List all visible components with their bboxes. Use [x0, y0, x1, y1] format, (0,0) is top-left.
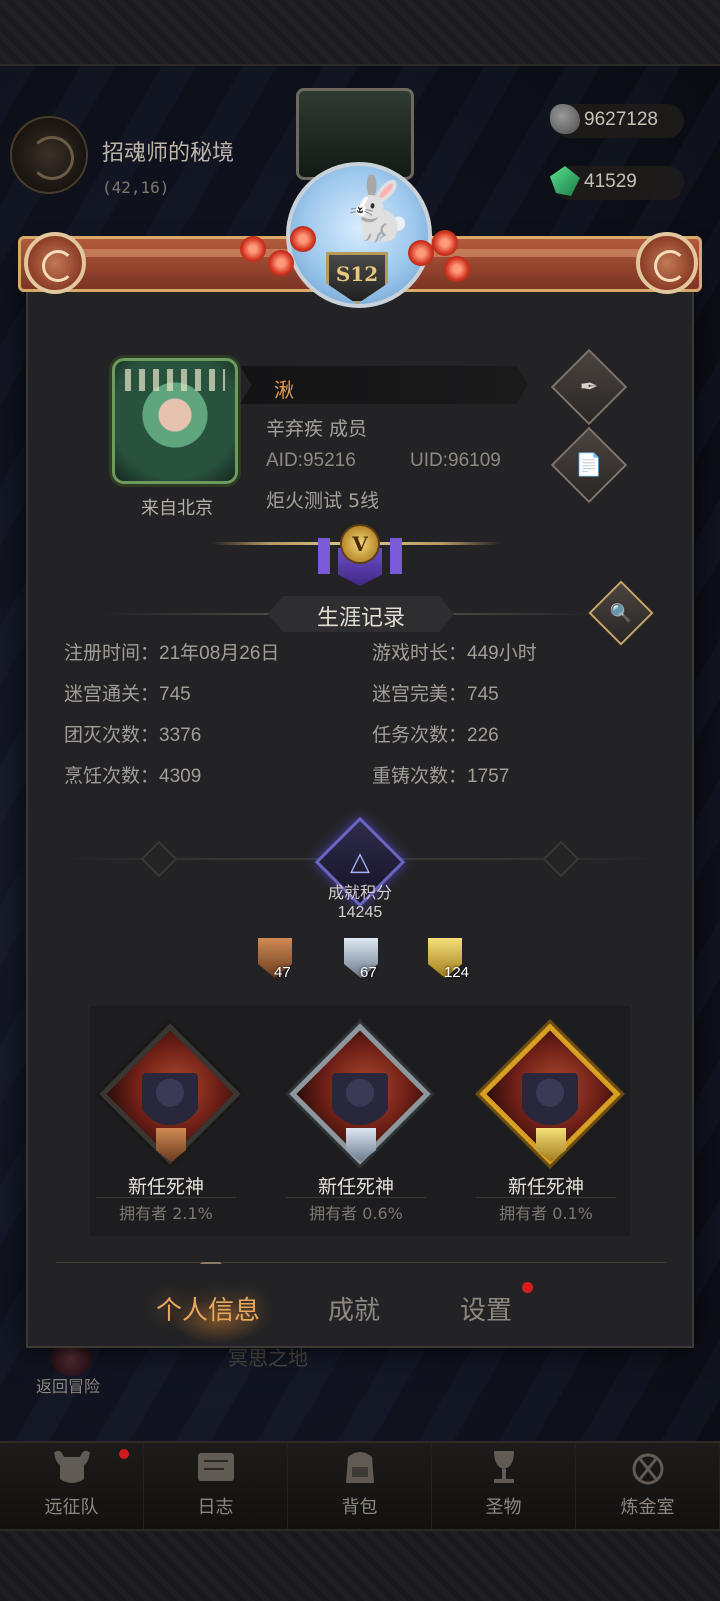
- stone-icon: [550, 104, 580, 134]
- achievement-name: 新任死神: [507, 1176, 584, 1198]
- chalice-icon: [493, 1451, 514, 1483]
- tab-achievements[interactable]: 成就: [328, 1290, 380, 1327]
- tier-count: 124: [444, 964, 470, 981]
- reaper-icon: [522, 1073, 578, 1130]
- nav-alchemy[interactable]: 炼金室: [576, 1443, 720, 1529]
- achievement-owner-rate: 拥有者 0.1%: [499, 1204, 593, 1223]
- stone-count: 9627128: [584, 109, 658, 130]
- server-name: 炬火测试 5线: [266, 490, 380, 512]
- stat-cooking: 烹饪次数：4309: [64, 765, 202, 787]
- player-name: 湫: [274, 378, 294, 402]
- stat-maze-perfect: 迷宫完美：745: [372, 683, 499, 705]
- stat-reforge: 重铸次数：1757: [372, 765, 510, 787]
- section-divider: [100, 613, 274, 615]
- achievement-owner-rate: 拥有者 2.1%: [119, 1204, 213, 1223]
- quill-icon: ✒: [579, 374, 599, 400]
- nav-relic[interactable]: 圣物: [432, 1443, 576, 1529]
- user-id: UID:96109: [410, 450, 501, 471]
- nav-label: 背包: [341, 1497, 378, 1518]
- flower-icon: [268, 250, 294, 276]
- achievement-score-label: 成就积分: [327, 883, 392, 902]
- section-divider: [446, 613, 596, 615]
- achievement-name: 新任死神: [127, 1176, 204, 1198]
- vip-badge[interactable]: V: [340, 524, 380, 564]
- scroll-icon: [197, 1453, 234, 1481]
- tab-divider: [56, 1262, 666, 1263]
- nav-label: 圣物: [485, 1497, 522, 1518]
- stat-register-time: 注册时间：21年08月26日: [64, 642, 280, 664]
- location-emblem-icon[interactable]: [10, 116, 88, 194]
- player-avatar[interactable]: [112, 358, 238, 484]
- helmet-icon: [53, 1450, 90, 1483]
- flower-icon: [432, 230, 458, 256]
- location-coordinates: (42,16): [102, 178, 170, 197]
- achievement-score-value: 14245: [337, 904, 383, 921]
- return-adventure-button[interactable]: 返回冒险: [36, 1373, 100, 1397]
- rabbit-icon: 🐇: [338, 172, 416, 245]
- card-divider: [96, 1197, 236, 1198]
- gold-tier-counter: 124: [426, 936, 470, 982]
- tab-settings[interactable]: 设置: [460, 1290, 512, 1327]
- ornament-curl-left: [24, 232, 86, 294]
- top-frame-bar: [0, 0, 720, 66]
- season-label: S12: [335, 262, 379, 286]
- tier-count: 47: [274, 964, 291, 981]
- notification-dot: [119, 1449, 129, 1459]
- flower-icon: [444, 256, 470, 282]
- reaper-icon: [332, 1073, 388, 1130]
- tab-personal-info[interactable]: 个人信息: [156, 1290, 260, 1327]
- card-divider: [286, 1197, 426, 1198]
- career-title: 生涯记录: [316, 606, 405, 631]
- active-tab-indicator: [200, 1252, 222, 1264]
- nav-expedition[interactable]: 远征队: [0, 1443, 144, 1529]
- ornament-curl-right: [636, 232, 698, 294]
- alchemy-icon: [632, 1453, 663, 1485]
- nav-label: 日志: [197, 1497, 234, 1518]
- player-origin: 来自北京: [141, 498, 213, 519]
- nav-backpack[interactable]: 背包: [288, 1443, 432, 1529]
- stat-maze-clear: 迷宫通关：745: [64, 683, 191, 705]
- flower-icon: [408, 240, 434, 266]
- nav-journal[interactable]: 日志: [144, 1443, 288, 1529]
- guild-membership: 辛弃疾 成员: [266, 418, 368, 440]
- magnifier-icon: 🔍: [609, 602, 633, 624]
- achievement-owner-rate: 拥有者 0.6%: [309, 1204, 403, 1223]
- backpack-icon: [345, 1452, 374, 1483]
- card-divider: [476, 1197, 616, 1198]
- settings-notification-dot: [522, 1282, 533, 1293]
- nav-label: 远征队: [44, 1497, 99, 1518]
- reaper-icon: [142, 1073, 198, 1130]
- document-icon: 📄: [575, 452, 603, 478]
- account-id: AID:95216: [266, 450, 356, 471]
- nav-label: 炼金室: [620, 1497, 675, 1518]
- bronze-tier-counter: 47: [256, 936, 296, 982]
- stat-quests: 任务次数：226: [372, 724, 499, 746]
- location-title: 招魂师的秘境: [102, 141, 235, 166]
- vip-ribbon-right: [390, 538, 402, 574]
- flower-icon: [290, 226, 316, 252]
- bottom-navigation: 远征队 日志 背包 圣物 炼金室: [0, 1441, 720, 1529]
- silver-tier-counter: 67: [342, 936, 382, 982]
- bottom-frame-bar: [0, 1529, 720, 1601]
- stat-play-time: 游戏时长：449小时: [372, 642, 537, 664]
- flower-icon: [240, 236, 266, 262]
- stat-team-wipe: 团灭次数：3376: [64, 724, 202, 746]
- gem-count: 41529: [584, 171, 637, 192]
- vip-ribbon-left: [318, 538, 330, 574]
- achievement-name: 新任死神: [317, 1176, 394, 1198]
- tier-count: 67: [360, 964, 377, 981]
